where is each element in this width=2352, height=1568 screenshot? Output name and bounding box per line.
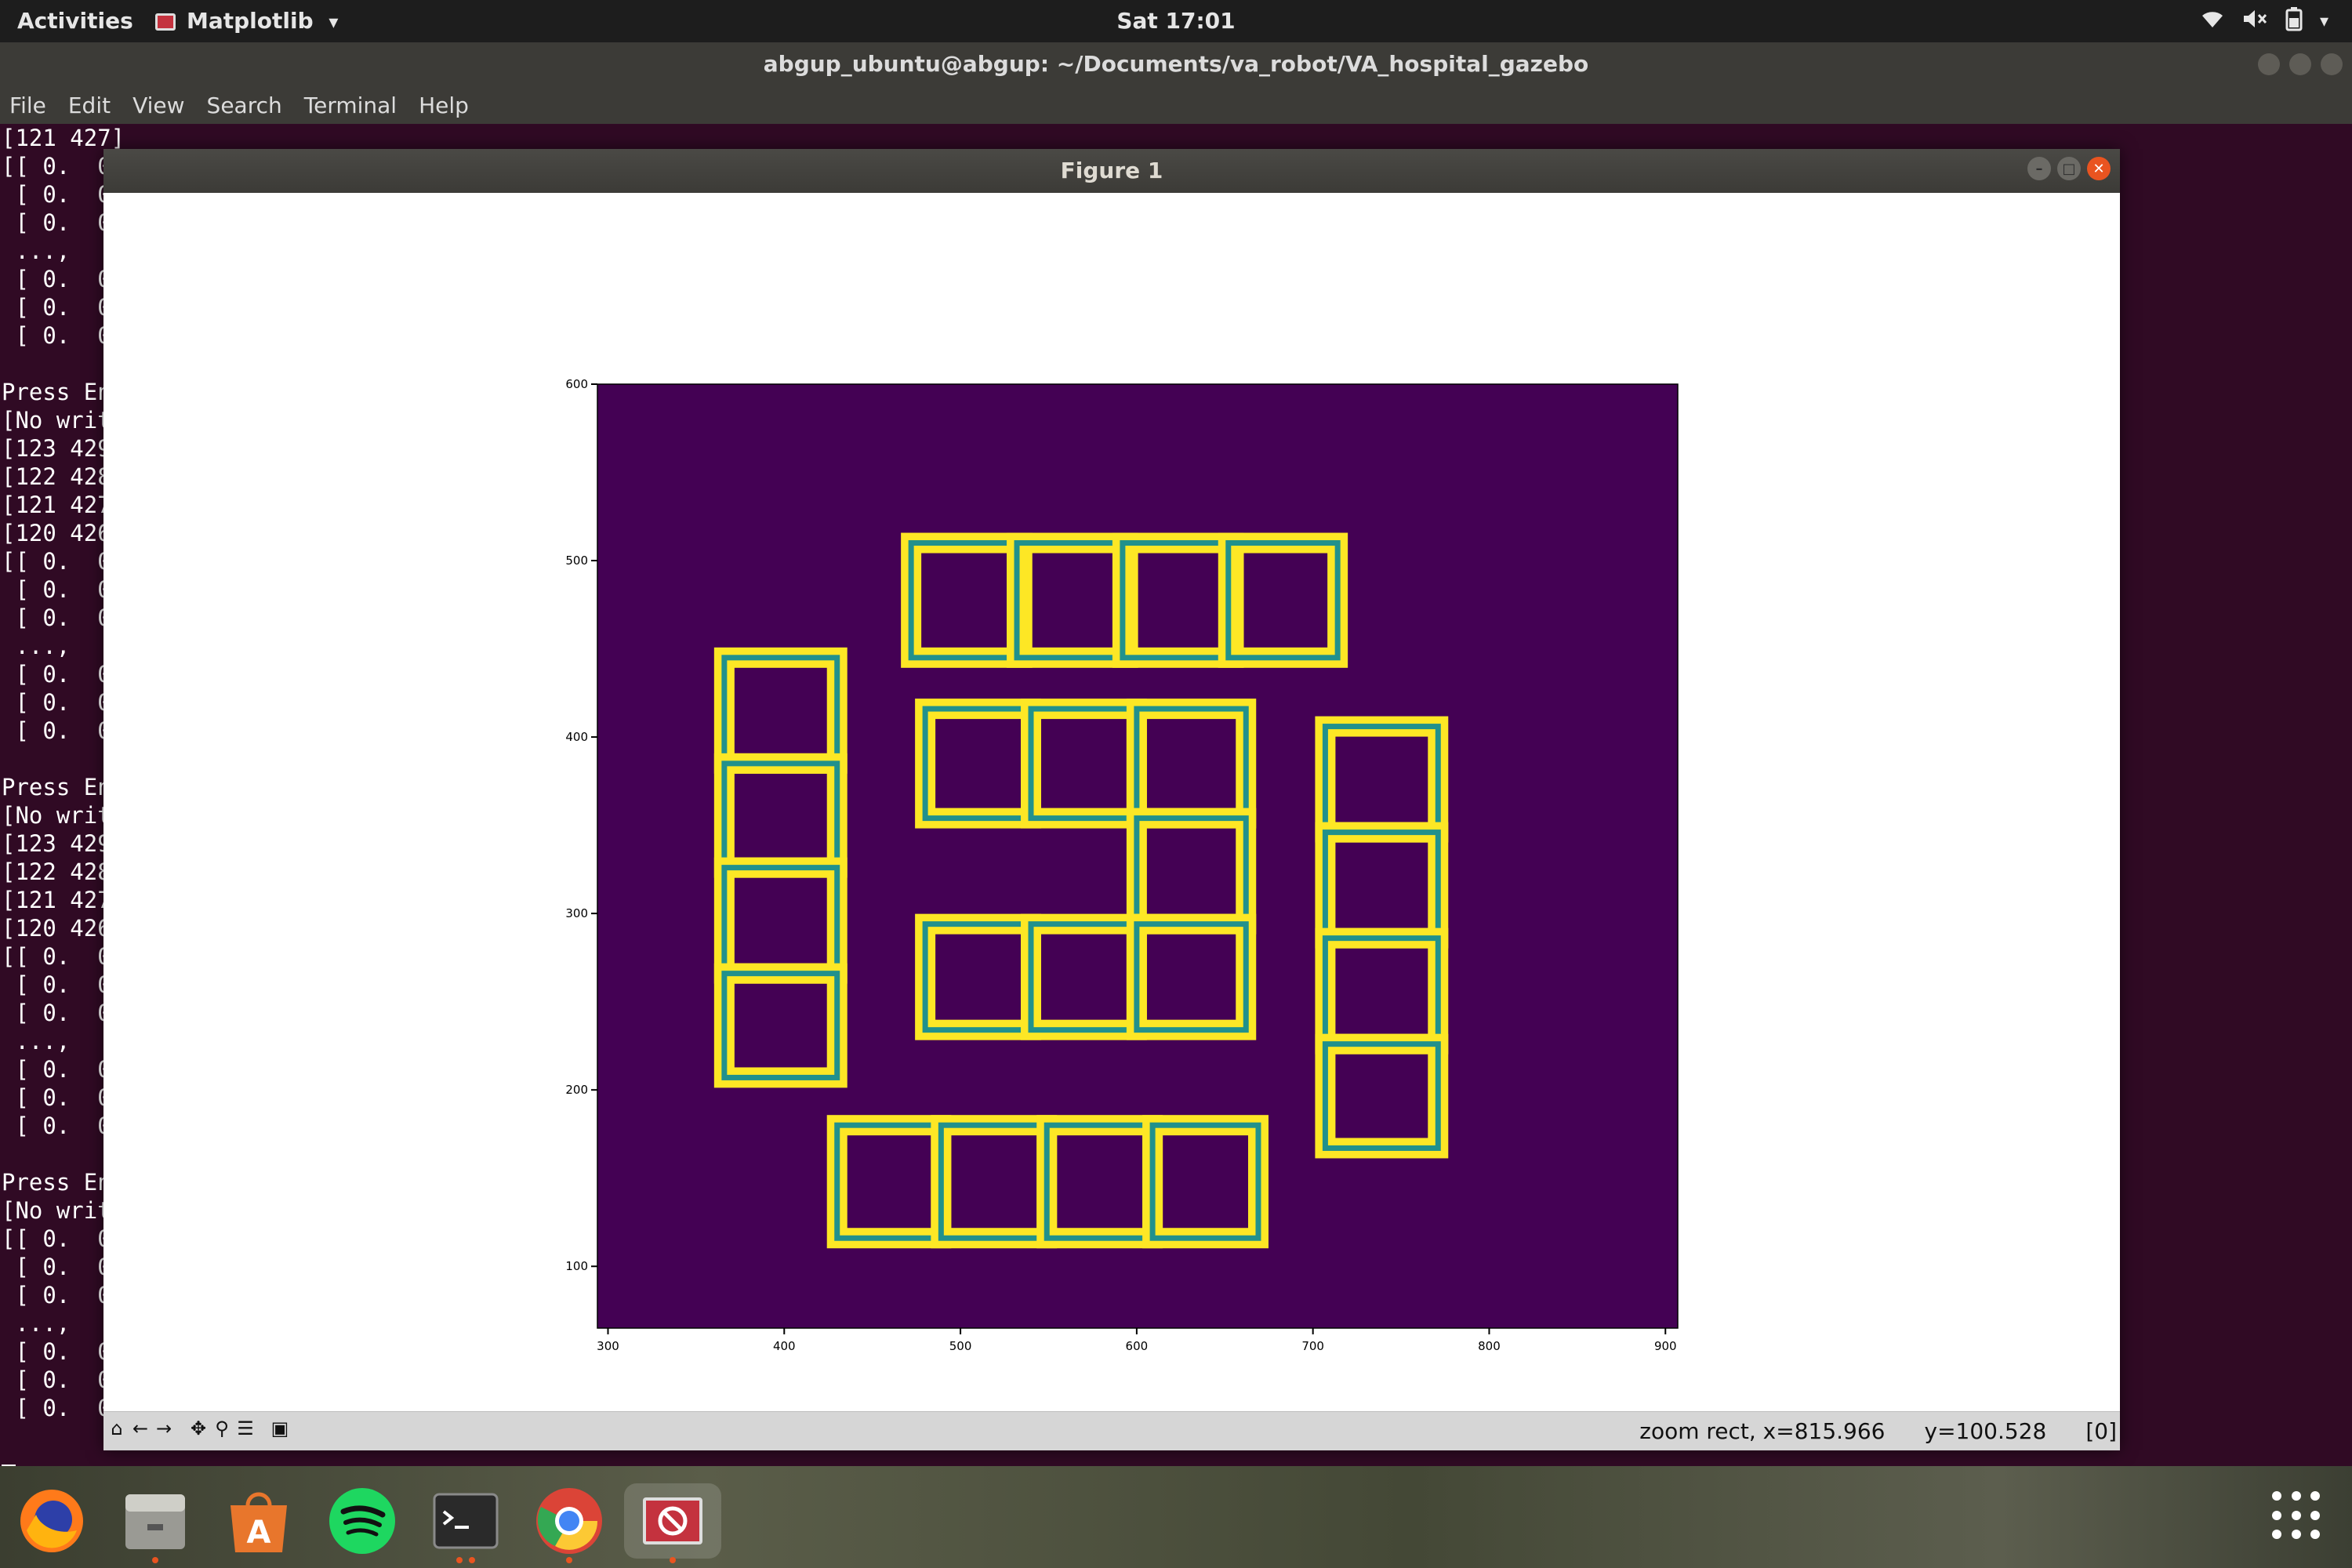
- x-tick-label: 600: [1126, 1339, 1149, 1353]
- top-bar: Activities Matplotlib ▾ Sat 17:01 ▾: [0, 0, 2352, 42]
- wifi-icon[interactable]: [2201, 9, 2224, 34]
- menu-search[interactable]: Search: [207, 93, 282, 118]
- back-icon[interactable]: ←: [130, 1417, 151, 1440]
- terminal-window-controls: [2258, 53, 2343, 75]
- menu-help[interactable]: Help: [419, 93, 469, 118]
- app-menu[interactable]: Matplotlib ▾: [155, 8, 338, 34]
- dock: A: [0, 1466, 2352, 1568]
- close-icon[interactable]: ✕: [2087, 157, 2111, 180]
- terminal-line: [121 427]: [2, 125, 125, 151]
- save-icon[interactable]: ▣: [270, 1417, 290, 1440]
- y-tick-label: 600: [565, 377, 588, 391]
- figure-window-controls: – □ ✕: [2027, 157, 2111, 180]
- figure-status: zoom rect, x=815.966 y=100.528 [0]: [1639, 1418, 2117, 1444]
- close-icon[interactable]: [2321, 53, 2343, 75]
- status-value: [0]: [2085, 1418, 2117, 1444]
- menu-file[interactable]: File: [9, 93, 46, 118]
- svg-text:A: A: [247, 1515, 271, 1551]
- minimize-icon[interactable]: –: [2027, 157, 2051, 180]
- x-tick-label: 500: [949, 1339, 972, 1353]
- firefox-icon[interactable]: [14, 1483, 89, 1559]
- y-tick-label: 200: [565, 1083, 588, 1097]
- clock[interactable]: Sat 17:01: [0, 8, 2352, 34]
- battery-icon[interactable]: [2285, 6, 2303, 37]
- matplotlib-app-icon: [155, 13, 176, 31]
- menu-view[interactable]: View: [132, 93, 184, 118]
- spotify-icon[interactable]: [325, 1483, 400, 1559]
- y-tick-label: 500: [565, 554, 588, 568]
- maximize-icon[interactable]: [2289, 53, 2311, 75]
- running-indicator: [152, 1557, 158, 1563]
- y-tick-label: 400: [565, 730, 588, 744]
- x-tick-label: 900: [1654, 1339, 1677, 1353]
- zoom-icon[interactable]: ⚲: [212, 1417, 232, 1440]
- x-tick-label: 400: [773, 1339, 796, 1353]
- terminal-icon[interactable]: [428, 1483, 503, 1559]
- pan-icon[interactable]: ✥: [188, 1417, 209, 1440]
- menu-edit[interactable]: Edit: [68, 93, 111, 118]
- x-tick-label: 800: [1478, 1339, 1501, 1353]
- activities-button[interactable]: Activities: [17, 8, 133, 34]
- system-tray[interactable]: ▾: [2201, 6, 2328, 37]
- heatmap-plot[interactable]: 300 400 500 600 700 800 900 100 200 300 400 500 600: [103, 193, 2120, 1411]
- files-icon[interactable]: [118, 1483, 193, 1559]
- running-indicator: [456, 1557, 463, 1563]
- software-center-icon[interactable]: A: [221, 1483, 296, 1559]
- running-indicator: [469, 1557, 475, 1563]
- terminal-title: abgup_ubuntu@abgup: ~/Documents/va_robot…: [0, 42, 2352, 86]
- chrome-icon[interactable]: [532, 1483, 607, 1559]
- status-y: y=100.528: [1924, 1418, 2047, 1444]
- figure-window[interactable]: Figure 1 – □ ✕ 300 400 500 600 700 800 900 100 2…: [103, 149, 2120, 1450]
- forward-icon[interactable]: →: [154, 1417, 174, 1440]
- x-tick-label: 700: [1301, 1339, 1324, 1353]
- maximize-icon[interactable]: □: [2057, 157, 2081, 180]
- show-applications-icon[interactable]: [2272, 1491, 2322, 1541]
- running-indicator: [566, 1557, 572, 1563]
- app-menu-label: Matplotlib: [187, 8, 314, 34]
- x-tick-label: 300: [597, 1339, 619, 1353]
- status-zoom-x: zoom rect, x=815.966: [1639, 1418, 1886, 1444]
- menu-terminal[interactable]: Terminal: [304, 93, 397, 118]
- subplots-icon[interactable]: ☰: [235, 1417, 256, 1440]
- y-tick-label: 100: [565, 1259, 588, 1273]
- matplotlib-window-icon[interactable]: [624, 1483, 721, 1559]
- figure-title: Figure 1: [103, 149, 2120, 193]
- running-indicator: [670, 1557, 676, 1563]
- figure-toolbar: ⌂ ← → ✥ ⚲ ☰ ▣ zoom rect, x=815.966 y=100…: [103, 1411, 2120, 1450]
- home-icon[interactable]: ⌂: [107, 1417, 127, 1440]
- terminal-menubar: File Edit View Search Terminal Help: [0, 86, 2352, 124]
- y-tick-label: 300: [565, 906, 588, 920]
- volume-muted-icon[interactable]: [2241, 8, 2268, 35]
- minimize-icon[interactable]: [2258, 53, 2280, 75]
- power-menu-arrow-icon[interactable]: ▾: [2320, 12, 2328, 31]
- chevron-down-icon: ▾: [328, 11, 339, 33]
- figure-canvas[interactable]: 300 400 500 600 700 800 900 100 200 300 400 500 600: [103, 193, 2120, 1411]
